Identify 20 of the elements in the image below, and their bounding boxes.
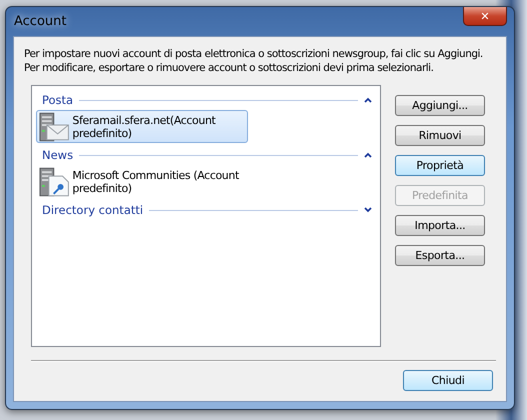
group-header[interactable]: Posta bbox=[42, 93, 74, 107]
collapse-chevron-icon[interactable] bbox=[364, 152, 372, 158]
mail-server-icon bbox=[39, 112, 70, 142]
account-item[interactable]: Sferamail.sfera.net(Account predefinito) bbox=[36, 110, 248, 143]
window-title: Account bbox=[13, 14, 66, 29]
instruction-text: Per impostare nuovi account di posta elettronica o sottoscrizioni newsgroup, fai clic su Aggiungi. bbox=[24, 47, 484, 61]
expand-chevron-icon[interactable] bbox=[364, 207, 372, 213]
account-item[interactable]: Microsoft Communities (Account predefinito) bbox=[36, 165, 248, 198]
action-button[interactable]: Aggiungi... bbox=[395, 95, 485, 116]
group-header[interactable]: News bbox=[42, 148, 74, 162]
collapse-chevron-icon[interactable] bbox=[364, 97, 372, 103]
action-button[interactable]: Esporta... bbox=[395, 245, 485, 266]
group-header[interactable]: Directory contatti bbox=[42, 203, 144, 217]
action-button[interactable]: Proprietà bbox=[395, 155, 485, 176]
action-button[interactable]: Importa... bbox=[395, 215, 485, 236]
news-server-icon bbox=[39, 167, 70, 197]
close-dialog-button[interactable]: Chiudi bbox=[403, 370, 493, 391]
action-button[interactable]: Rimuovi bbox=[395, 125, 485, 146]
close-button[interactable]: ✕ bbox=[463, 7, 507, 26]
instruction-text: Per modificare, esportare o rimuovere account o sottoscrizioni devi prima selezionarli. bbox=[24, 61, 434, 75]
